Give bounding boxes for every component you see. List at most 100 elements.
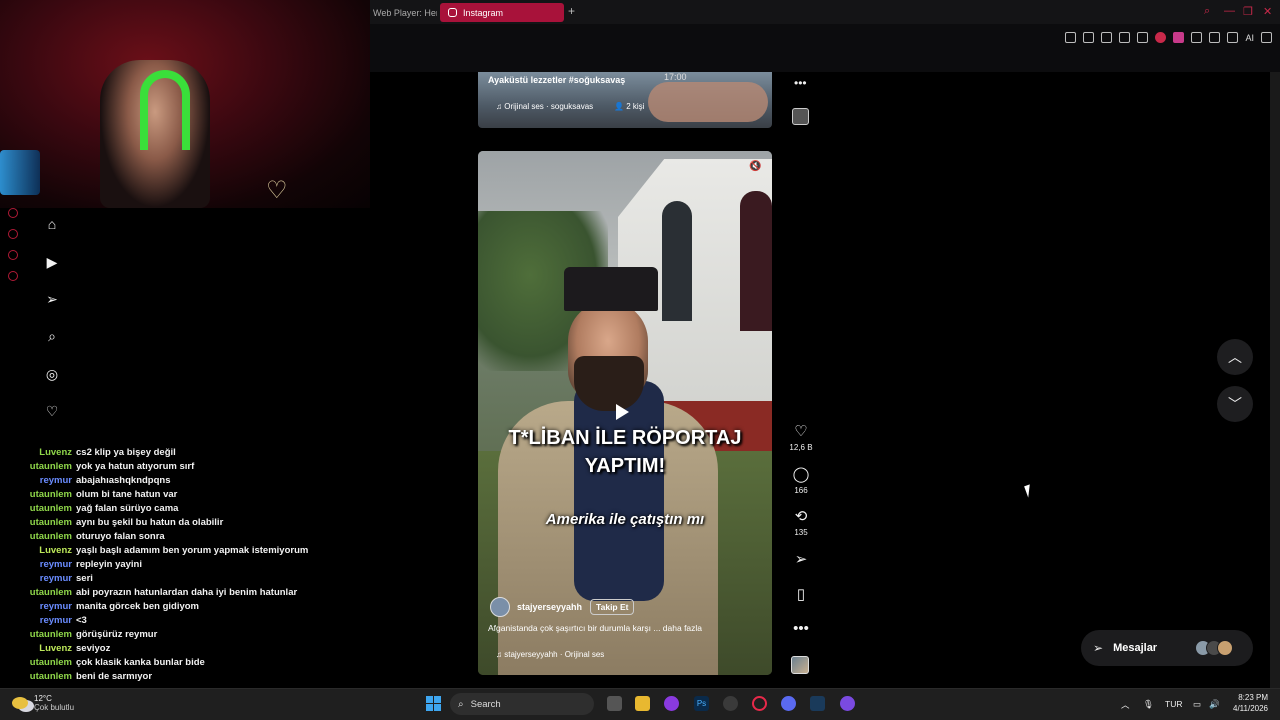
steam-icon[interactable] bbox=[810, 696, 825, 711]
close-icon[interactable]: ✕ bbox=[1263, 5, 1272, 18]
cloud-sun-icon bbox=[12, 697, 28, 709]
chat-username[interactable]: utaunlem bbox=[20, 586, 72, 600]
network-icon[interactable]: ▭ bbox=[1193, 699, 1201, 710]
chat-message: utaunlem abi poyrazın hatunlardan daha iy… bbox=[20, 586, 370, 600]
mute-icon[interactable]: 🔇 bbox=[749, 161, 761, 172]
chat-username[interactable]: Luvenz bbox=[20, 642, 72, 656]
home-icon[interactable]: ⌂ bbox=[44, 216, 60, 232]
reel-people[interactable]: 👤 2 kişi bbox=[614, 102, 644, 111]
chat-username[interactable]: utaunlem bbox=[20, 502, 72, 516]
avatar[interactable] bbox=[490, 597, 510, 617]
explore-icon[interactable]: ◎ bbox=[44, 366, 60, 382]
task-view-icon[interactable] bbox=[607, 696, 622, 711]
wallet-icon[interactable] bbox=[1209, 32, 1221, 43]
app-icon[interactable] bbox=[840, 696, 855, 711]
tab-label: Instagram bbox=[463, 7, 504, 18]
play-icon[interactable] bbox=[1119, 32, 1131, 43]
pin-icon[interactable] bbox=[1065, 32, 1077, 43]
heart-icon[interactable] bbox=[1137, 32, 1149, 43]
adblock-icon[interactable] bbox=[1155, 32, 1167, 43]
minimize-icon[interactable]: — bbox=[1224, 5, 1235, 17]
chat-username[interactable]: utaunlem bbox=[20, 656, 72, 670]
chevron-down-icon: ﹀ bbox=[1228, 396, 1242, 412]
chat-text: yaşlı başlı adamım ben yorum yapmak iste… bbox=[76, 545, 309, 556]
reel-audio[interactable]: ♫ stajyerseyyahh · Orijinal ses bbox=[496, 650, 604, 659]
tab-web-player[interactable]: Web Player: Her... bbox=[365, 3, 437, 22]
chat-username[interactable]: utaunlem bbox=[20, 460, 72, 474]
repost-action[interactable]: ⟲ 135 bbox=[786, 508, 816, 537]
chat-username[interactable]: utaunlem bbox=[20, 516, 72, 530]
like-action[interactable]: ♡ 12,6 B bbox=[786, 423, 816, 452]
app-icon[interactable] bbox=[664, 696, 679, 711]
previous-reel-button[interactable]: ︿ bbox=[1217, 339, 1253, 375]
windows-start-icon[interactable] bbox=[426, 696, 441, 711]
chat-username[interactable]: utaunlem bbox=[20, 670, 72, 684]
weather-widget[interactable]: 12°C Çok bulutlu bbox=[12, 694, 74, 712]
chat-username[interactable]: Luvenz bbox=[20, 446, 72, 460]
reel-description[interactable]: Afganistanda çok şaşırtıcı bir durumla k… bbox=[488, 623, 702, 633]
messages-button[interactable]: ➢ Mesajlar bbox=[1081, 630, 1253, 666]
audio-thumbnail[interactable] bbox=[791, 656, 809, 674]
download-icon[interactable] bbox=[1227, 32, 1239, 43]
chat-username[interactable]: utaunlem bbox=[20, 530, 72, 544]
clock-time: 8:23 PM bbox=[1238, 693, 1268, 702]
clock-icon[interactable] bbox=[8, 229, 18, 239]
save-action[interactable]: ▯ bbox=[786, 586, 816, 604]
chat-text: repleyin yayini bbox=[76, 559, 143, 570]
comment-count: 166 bbox=[794, 486, 808, 495]
opera-icon[interactable] bbox=[752, 696, 767, 711]
reel-author: stajyerseyyahh Takip Et bbox=[490, 597, 635, 617]
maximize-icon[interactable]: ❐ bbox=[1243, 5, 1253, 18]
bookmark-icon: ▯ bbox=[796, 586, 806, 603]
volume-icon[interactable]: 🔊 bbox=[1209, 699, 1220, 710]
chat-username[interactable]: utaunlem bbox=[20, 488, 72, 502]
new-tab-button[interactable]: + bbox=[568, 4, 575, 18]
play-icon[interactable] bbox=[616, 404, 629, 420]
search-icon[interactable]: ⌕ bbox=[1204, 5, 1210, 18]
microphone-icon[interactable]: 🎙 bbox=[1143, 699, 1154, 710]
history-icon[interactable] bbox=[8, 208, 18, 218]
shield-icon[interactable] bbox=[1101, 32, 1113, 43]
chat-username[interactable]: Luvenz bbox=[20, 544, 72, 558]
audio-thumbnail[interactable] bbox=[792, 108, 809, 125]
notifications-icon[interactable]: ♡ bbox=[44, 403, 60, 419]
send-icon[interactable] bbox=[8, 250, 18, 260]
more-action[interactable]: ••• bbox=[786, 620, 816, 638]
puzzle-icon[interactable] bbox=[1191, 32, 1203, 43]
language-indicator[interactable]: TUR bbox=[1165, 699, 1182, 709]
search-icon: ⌕ bbox=[458, 698, 464, 710]
reels-icon[interactable]: ▶ bbox=[44, 254, 60, 270]
heart-decoration: ♡ bbox=[266, 177, 288, 204]
app-icon[interactable] bbox=[723, 696, 738, 711]
ai-button[interactable]: AI bbox=[1245, 33, 1254, 43]
more-options-icon[interactable]: ••• bbox=[794, 76, 807, 90]
chat-username[interactable]: reymur bbox=[20, 572, 72, 586]
comment-action[interactable]: ◯ 166 bbox=[786, 466, 816, 495]
file-explorer-icon[interactable] bbox=[635, 696, 650, 711]
extension-icon[interactable] bbox=[1173, 32, 1185, 43]
discord-icon[interactable] bbox=[781, 696, 796, 711]
menu-icon[interactable] bbox=[1261, 32, 1272, 43]
follow-button[interactable]: Takip Et bbox=[590, 599, 635, 615]
chevron-up-icon[interactable]: ︿ bbox=[1121, 699, 1130, 711]
direct-icon[interactable]: ➢ bbox=[44, 291, 60, 307]
chat-username[interactable]: reymur bbox=[20, 600, 72, 614]
tab-instagram[interactable]: Instagram bbox=[440, 3, 564, 22]
chat-text: yok ya hatun atıyorum sırf bbox=[76, 461, 195, 472]
chat-username[interactable]: reymur bbox=[20, 474, 72, 488]
chat-username[interactable]: reymur bbox=[20, 558, 72, 572]
share-action[interactable]: ➢ bbox=[786, 551, 816, 569]
chat-username[interactable]: reymur bbox=[20, 614, 72, 628]
author-username[interactable]: stajyerseyyahh bbox=[517, 602, 582, 612]
next-reel-button[interactable]: ﹀ bbox=[1217, 386, 1253, 422]
search-icon[interactable]: ⌕ bbox=[44, 328, 60, 344]
chat-username[interactable]: utaunlem bbox=[20, 628, 72, 642]
settings-icon[interactable] bbox=[8, 271, 18, 281]
previous-reel[interactable]: Ayaküstü lezzetler #soğuksavaş 17:00 ♫ O… bbox=[478, 72, 772, 128]
snapshot-icon[interactable] bbox=[1083, 32, 1095, 43]
photoshop-icon[interactable]: Ps bbox=[694, 696, 709, 711]
taskbar-search[interactable]: ⌕ Search bbox=[450, 693, 594, 715]
page-scrollbar[interactable] bbox=[1270, 72, 1280, 688]
reel-audio[interactable]: ♫ Orijinal ses · soguksavas bbox=[496, 102, 593, 111]
taskbar-clock[interactable]: 8:23 PM 4/11/2026 bbox=[1224, 692, 1268, 714]
